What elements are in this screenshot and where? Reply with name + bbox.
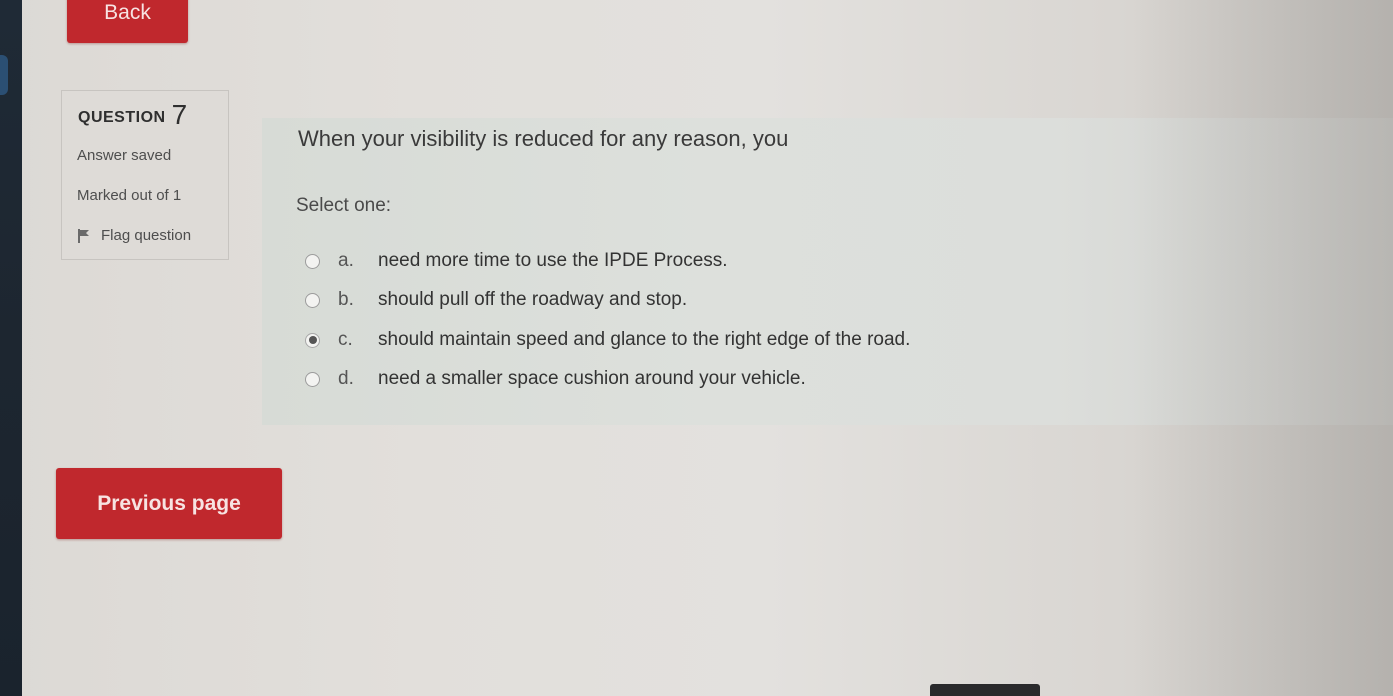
question-grade: Marked out of 1 <box>77 187 182 204</box>
answer-option-d[interactable]: d. need a smaller space cushion around y… <box>305 368 806 390</box>
bezel-glint <box>0 55 8 95</box>
answer-text: should maintain speed and glance to the … <box>378 329 911 350</box>
answer-text: need more time to use the IPDE Process. <box>378 250 728 271</box>
answer-letter: a. <box>338 250 354 271</box>
flag-question-label: Flag question <box>101 227 192 244</box>
flag-icon <box>77 228 91 244</box>
radio-button-a[interactable] <box>305 253 320 269</box>
radio-button-b[interactable] <box>305 292 320 308</box>
question-heading-label: QUESTION <box>78 109 166 126</box>
screen-bezel <box>0 0 22 696</box>
radio-button-c[interactable] <box>305 332 320 348</box>
answer-text: need a smaller space cushion around your… <box>378 368 806 389</box>
bottom-taskbar-fragment <box>930 684 1040 696</box>
back-button-label: Back <box>104 1 151 24</box>
answer-option-b[interactable]: b. should pull off the roadway and stop. <box>305 289 687 311</box>
previous-page-button[interactable]: Previous page <box>56 468 282 539</box>
back-button[interactable]: Back <box>67 0 188 43</box>
previous-page-label: Previous page <box>97 491 241 515</box>
answer-letter: d. <box>338 368 354 389</box>
question-state: Answer saved <box>77 147 172 164</box>
radio-button-d[interactable] <box>305 371 320 387</box>
answer-letter: b. <box>338 289 354 310</box>
question-heading: QUESTION 7 <box>78 99 188 131</box>
question-number: 7 <box>171 99 188 130</box>
flag-question-link[interactable]: Flag question <box>77 227 191 244</box>
question-info-box: QUESTION 7 Answer saved Marked out of 1 F… <box>61 90 229 260</box>
answer-text: should pull off the roadway and stop. <box>378 289 688 310</box>
answer-option-c[interactable]: c. should maintain speed and glance to t… <box>305 329 910 351</box>
question-text: When your visibility is reduced for any … <box>298 126 789 151</box>
answer-letter: c. <box>338 329 353 350</box>
select-one-prompt: Select one: <box>296 195 392 216</box>
radio-selected-dot <box>308 336 317 344</box>
answer-option-a[interactable]: a. need more time to use the IPDE Proces… <box>305 250 728 272</box>
